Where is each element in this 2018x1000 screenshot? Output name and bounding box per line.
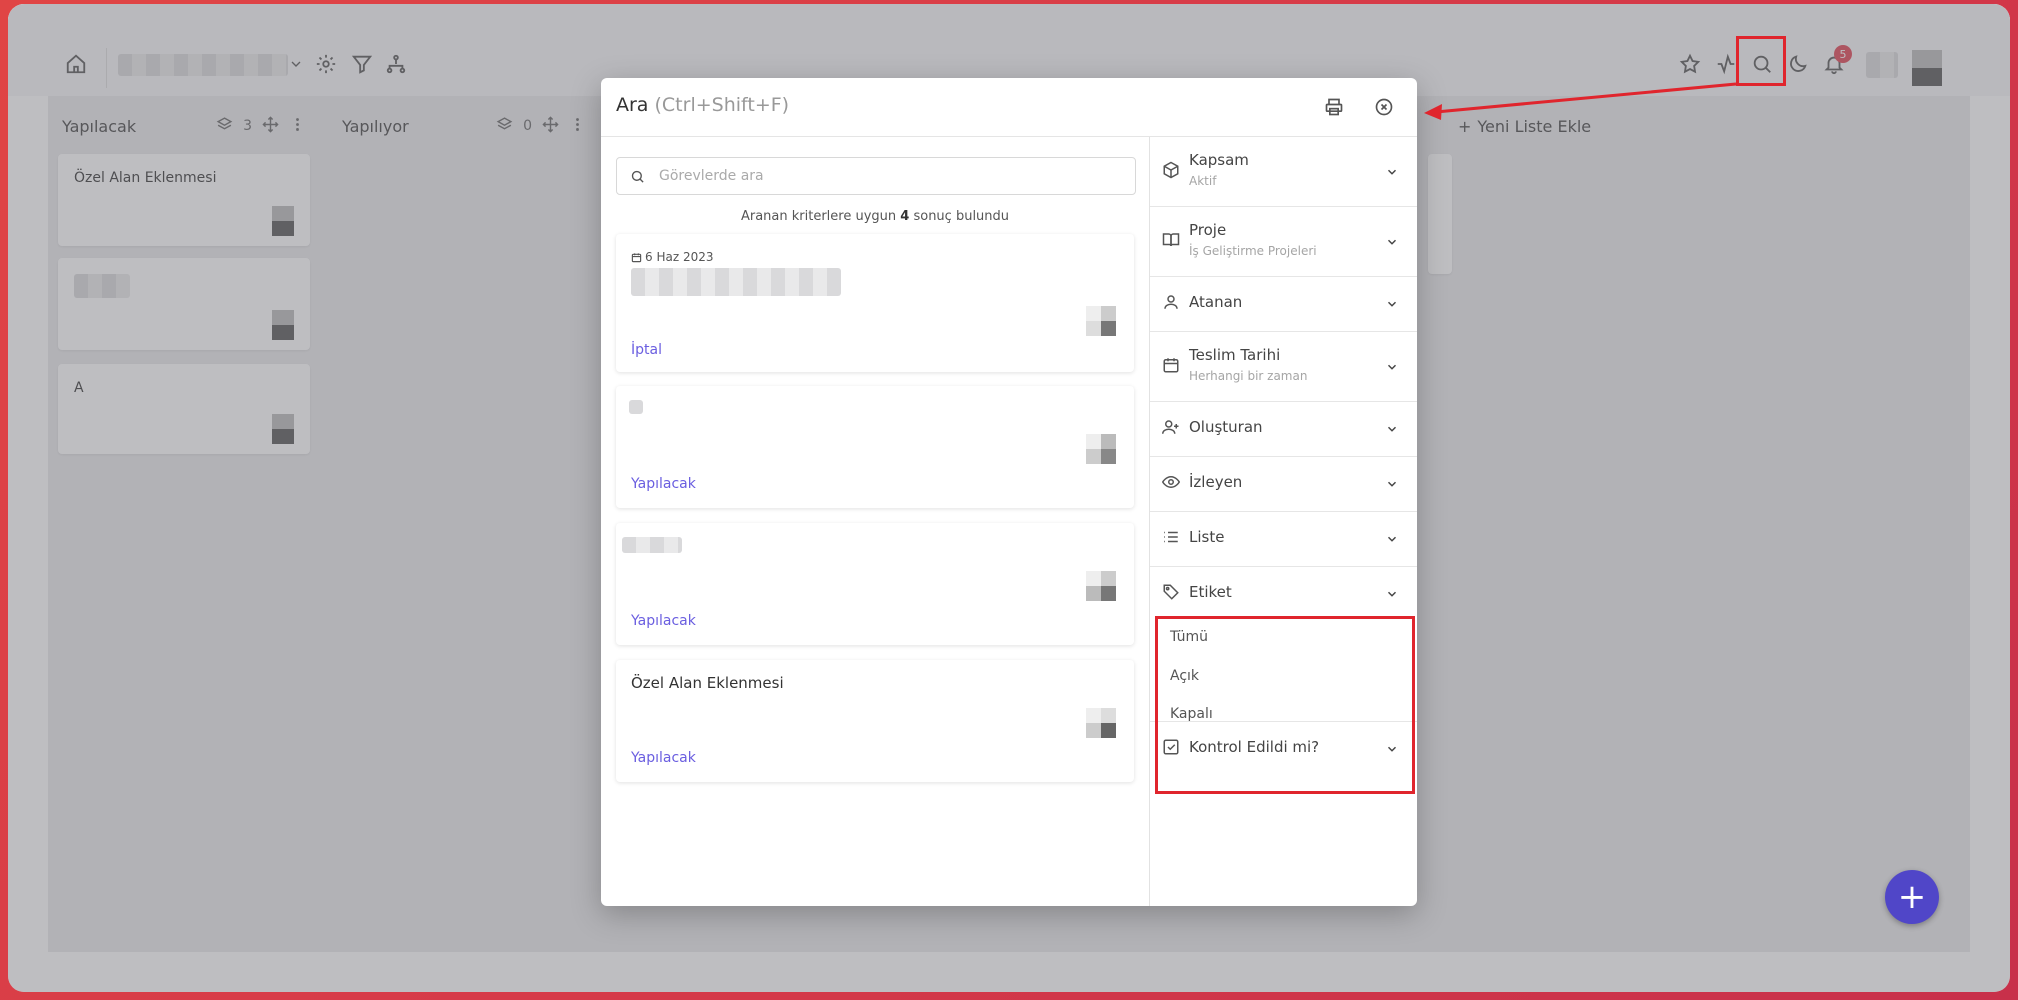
result-title (629, 400, 643, 414)
calendar-icon (631, 252, 642, 262)
search-field[interactable] (616, 157, 1136, 195)
modal-title-text: Ara (616, 94, 649, 116)
result-card[interactable]: 6 Haz 2023 İptal (616, 234, 1134, 372)
status-label: Yapılacak (631, 613, 696, 629)
chevron-down-icon (1385, 359, 1401, 375)
search-highlight-box (1736, 36, 1786, 86)
shortcut-hint: (Ctrl+Shift+F) (654, 94, 790, 116)
result-title (622, 537, 682, 553)
result-card[interactable]: Yapılacak (616, 386, 1134, 508)
filter-label: Teslim Tarihi (1189, 346, 1281, 364)
add-task-fab[interactable]: + (1885, 870, 1939, 924)
filter-label: Liste (1189, 528, 1225, 546)
user-icon (1162, 293, 1182, 313)
filter-label: Proje (1189, 221, 1227, 239)
chevron-down-icon (1385, 296, 1401, 312)
filter-label: Kapsam (1189, 151, 1249, 169)
result-prefix: Aranan kriterlere uygun (740, 209, 897, 224)
chevron-down-icon (1385, 586, 1401, 602)
calendar-icon (1162, 356, 1182, 376)
chevron-down-icon (1385, 164, 1401, 180)
filter-label: İzleyen (1189, 473, 1243, 491)
result-title (631, 268, 841, 296)
chevron-down-icon (1385, 476, 1401, 492)
result-count: Aranan kriterlere uygun 4 sonuç bulundu (601, 209, 1149, 224)
filter-proje[interactable]: Proje İş Geliştirme Projeleri (1150, 206, 1417, 277)
filter-value: Aktif (1189, 174, 1217, 188)
filter-kapsam[interactable]: Kapsam Aktif (1150, 137, 1417, 207)
tag-icon (1162, 583, 1182, 603)
result-card[interactable]: Özel Alan Eklenmesi Yapılacak (616, 660, 1134, 782)
due-date: 6 Haz 2023 (631, 250, 713, 264)
results-pane: Aranan kriterlere uygun 4 sonuç bulundu … (601, 137, 1149, 906)
user-plus-icon (1162, 418, 1182, 438)
search-icon (631, 170, 644, 183)
filter-value: Herhangi bir zaman (1189, 369, 1308, 383)
eye-icon (1161, 473, 1182, 493)
book-icon (1162, 231, 1182, 251)
cube-icon (1162, 161, 1182, 181)
filter-label: Atanan (1189, 293, 1243, 311)
filter-liste[interactable]: Liste (1150, 511, 1417, 567)
result-suffix: sonuç bulundu (913, 209, 1010, 224)
status-label: Yapılacak (631, 476, 696, 492)
result-title: Özel Alan Eklenmesi (631, 674, 784, 692)
chevron-down-icon (1385, 234, 1401, 250)
filter-value: İş Geliştirme Projeleri (1189, 244, 1317, 258)
print-icon[interactable] (1321, 94, 1347, 120)
filter-etiket[interactable]: Etiket (1150, 566, 1417, 621)
search-input[interactable] (657, 167, 1135, 185)
close-icon[interactable] (1371, 94, 1397, 120)
chevron-down-icon (1385, 531, 1401, 547)
filter-teslim-tarihi[interactable]: Teslim Tarihi Herhangi bir zaman (1150, 331, 1417, 402)
avatar (1086, 708, 1116, 738)
avatar (1086, 306, 1116, 336)
filter-label: Etiket (1189, 583, 1232, 601)
filter-izleyen[interactable]: İzleyen (1150, 456, 1417, 512)
modal-title: Ara (Ctrl+Shift+F) (616, 94, 789, 116)
filter-highlight-box (1155, 616, 1415, 794)
result-number: 4 (900, 209, 910, 224)
status-label: Yapılacak (631, 750, 696, 766)
filter-label: Oluşturan (1189, 418, 1263, 436)
avatar (1086, 434, 1116, 464)
avatar (1086, 571, 1116, 601)
list-icon (1162, 528, 1182, 548)
modal-header: Ara (Ctrl+Shift+F) (601, 78, 1417, 137)
chevron-down-icon (1385, 421, 1401, 437)
plus-icon: + (1897, 877, 1927, 917)
due-date-text: 6 Haz 2023 (645, 250, 714, 264)
filter-olusturan[interactable]: Oluşturan (1150, 401, 1417, 457)
status-label: İptal (631, 342, 662, 358)
result-card[interactable]: Yapılacak (616, 523, 1134, 645)
filter-atanan[interactable]: Atanan (1150, 276, 1417, 332)
